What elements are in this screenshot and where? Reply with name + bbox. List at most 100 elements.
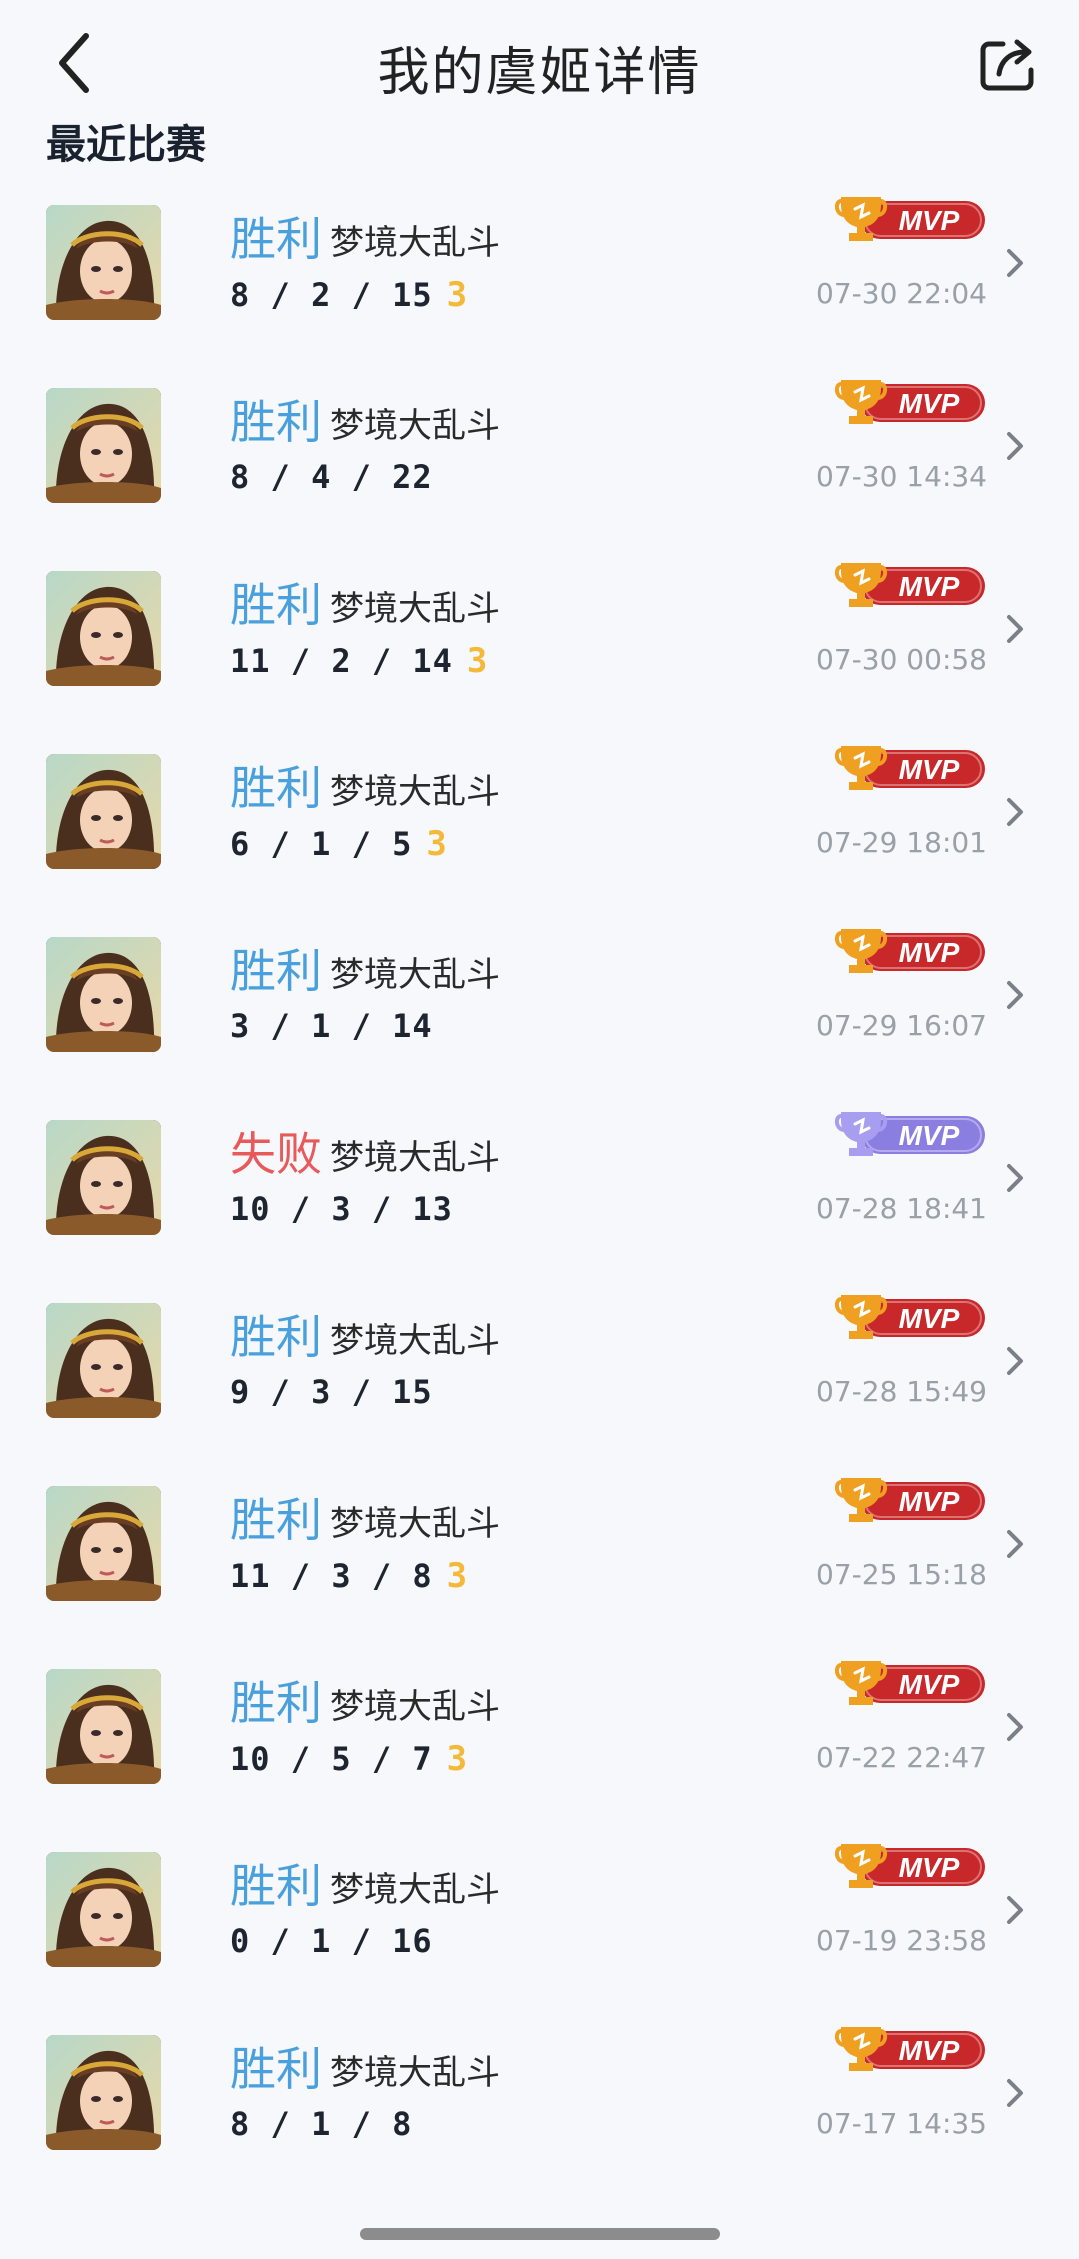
hero-avatar <box>46 388 161 503</box>
kda-text: 11 / 2 / 14 <box>230 642 453 680</box>
chevron-right-icon <box>1003 1524 1027 1564</box>
match-row[interactable]: 胜利 梦境大乱斗 6 / 1 / 5 3 MVP 07-29 18:01 <box>0 732 1079 915</box>
match-mode: 梦境大乱斗 <box>330 589 500 629</box>
match-mode: 梦境大乱斗 <box>330 1138 500 1178</box>
match-result: 胜利 <box>230 1310 322 1364</box>
kda-score: 0 / 1 / 16 <box>230 1922 433 1960</box>
kda-text: 11 / 3 / 8 <box>230 1557 433 1595</box>
match-result: 胜利 <box>230 395 322 449</box>
mvp-badge: MVP <box>834 1838 987 1894</box>
match-time: 07-30 14:34 <box>816 460 987 493</box>
hero-avatar <box>46 205 161 320</box>
match-time: 07-25 15:18 <box>816 1558 987 1591</box>
match-time: 07-30 22:04 <box>816 277 987 310</box>
hero-avatar <box>46 1486 161 1601</box>
match-list: 胜利 梦境大乱斗 8 / 2 / 15 3 MVP 07-30 22:04 胜利… <box>0 183 1079 2196</box>
match-row[interactable]: 胜利 梦境大乱斗 8 / 2 / 15 3 MVP 07-30 22:04 <box>0 183 1079 366</box>
match-result: 失败 <box>230 1127 322 1181</box>
page-title: 我的虞姬详情 <box>377 43 702 103</box>
match-row[interactable]: 胜利 梦境大乱斗 3 / 1 / 14 MVP 07-29 16:07 <box>0 915 1079 1098</box>
svg-text:MVP: MVP <box>899 1852 960 1883</box>
mvp-badge: MVP <box>834 557 987 613</box>
match-mode: 梦境大乱斗 <box>330 955 500 995</box>
kda-text: 10 / 5 / 7 <box>230 1740 433 1778</box>
share-button[interactable] <box>977 34 1037 94</box>
kda-score: 8 / 4 / 22 <box>230 458 433 496</box>
kda-text: 0 / 1 / 16 <box>230 1922 433 1960</box>
svg-text:MVP: MVP <box>899 1486 960 1517</box>
match-result: 胜利 <box>230 1493 322 1547</box>
share-icon <box>980 39 1034 91</box>
top-bar: 我的虞姬详情 <box>0 0 1079 130</box>
hero-avatar <box>46 1669 161 1784</box>
kda-score: 8 / 2 / 15 3 <box>230 275 468 315</box>
home-indicator <box>360 2228 720 2240</box>
svg-text:MVP: MVP <box>899 571 960 602</box>
match-time: 07-28 18:41 <box>816 1192 987 1225</box>
hero-avatar <box>46 754 161 869</box>
match-row[interactable]: 胜利 梦境大乱斗 0 / 1 / 16 MVP 07-19 23:58 <box>0 1830 1079 2013</box>
kda-text: 3 / 1 / 14 <box>230 1007 433 1045</box>
mvp-badge: MVP <box>834 1289 987 1345</box>
svg-text:MVP: MVP <box>899 1669 960 1700</box>
match-mode: 梦境大乱斗 <box>330 1687 500 1727</box>
match-mode: 梦境大乱斗 <box>330 1321 500 1361</box>
match-result: 胜利 <box>230 212 322 266</box>
match-mode: 梦境大乱斗 <box>330 1504 500 1544</box>
chevron-right-icon <box>1003 2073 1027 2113</box>
match-result: 胜利 <box>230 578 322 632</box>
kda-text: 8 / 2 / 15 <box>230 276 433 314</box>
hero-avatar <box>46 937 161 1052</box>
chevron-right-icon <box>1003 243 1027 283</box>
kda-score: 3 / 1 / 14 <box>230 1007 433 1045</box>
kda-text: 8 / 1 / 8 <box>230 2105 413 2143</box>
match-result: 胜利 <box>230 2042 322 2096</box>
mvp-badge: MVP <box>834 1106 987 1162</box>
match-mode: 梦境大乱斗 <box>330 406 500 446</box>
hero-avatar <box>46 571 161 686</box>
chevron-right-icon <box>1003 975 1027 1015</box>
streak-badge: 3 <box>426 824 448 864</box>
match-row[interactable]: 胜利 梦境大乱斗 11 / 3 / 8 3 MVP 07-25 15:18 <box>0 1464 1079 1647</box>
kda-score: 10 / 3 / 13 <box>230 1190 453 1228</box>
chevron-right-icon <box>1003 1158 1027 1198</box>
svg-text:MVP: MVP <box>899 388 960 419</box>
match-result: 胜利 <box>230 944 322 998</box>
svg-text:MVP: MVP <box>899 937 960 968</box>
kda-score: 9 / 3 / 15 <box>230 1373 433 1411</box>
match-row[interactable]: 胜利 梦境大乱斗 10 / 5 / 7 3 MVP 07-22 22:47 <box>0 1647 1079 1830</box>
chevron-right-icon <box>1003 1890 1027 1930</box>
match-result: 胜利 <box>230 761 322 815</box>
chevron-right-icon <box>1003 1341 1027 1381</box>
chevron-right-icon <box>1003 426 1027 466</box>
kda-text: 10 / 3 / 13 <box>230 1190 453 1228</box>
streak-badge: 3 <box>446 275 469 315</box>
match-time: 07-28 15:49 <box>816 1375 987 1408</box>
match-row[interactable]: 胜利 梦境大乱斗 8 / 4 / 22 MVP 07-30 14:34 <box>0 366 1079 549</box>
svg-text:MVP: MVP <box>899 2035 960 2066</box>
chevron-right-icon <box>1003 792 1027 832</box>
match-mode: 梦境大乱斗 <box>330 1870 500 1910</box>
match-mode: 梦境大乱斗 <box>330 223 500 263</box>
hero-avatar <box>46 2035 161 2150</box>
mvp-badge: MVP <box>834 374 987 430</box>
kda-score: 6 / 1 / 5 3 <box>230 824 448 864</box>
svg-text:MVP: MVP <box>899 1303 960 1334</box>
match-result: 胜利 <box>230 1859 322 1913</box>
streak-badge: 3 <box>446 1739 469 1779</box>
kda-score: 8 / 1 / 8 <box>230 2105 412 2143</box>
streak-badge: 3 <box>446 1556 469 1596</box>
match-time: 07-30 00:58 <box>816 643 987 676</box>
chevron-right-icon <box>1003 609 1027 649</box>
match-time: 07-29 16:07 <box>816 1009 987 1042</box>
match-time: 07-29 18:01 <box>816 826 987 859</box>
mvp-badge: MVP <box>834 191 987 247</box>
match-row[interactable]: 胜利 梦境大乱斗 8 / 1 / 8 MVP 07-17 14:35 <box>0 2013 1079 2196</box>
match-result: 胜利 <box>230 1676 322 1730</box>
section-title: 最近比赛 <box>46 122 206 168</box>
match-time: 07-17 14:35 <box>816 2107 987 2140</box>
match-row[interactable]: 胜利 梦境大乱斗 9 / 3 / 15 MVP 07-28 15:49 <box>0 1281 1079 1464</box>
match-row[interactable]: 胜利 梦境大乱斗 11 / 2 / 14 3 MVP 07-30 00:58 <box>0 549 1079 732</box>
kda-text: 6 / 1 / 5 <box>230 825 413 863</box>
match-row[interactable]: 失败 梦境大乱斗 10 / 3 / 13 MVP 07-28 18:41 <box>0 1098 1079 1281</box>
